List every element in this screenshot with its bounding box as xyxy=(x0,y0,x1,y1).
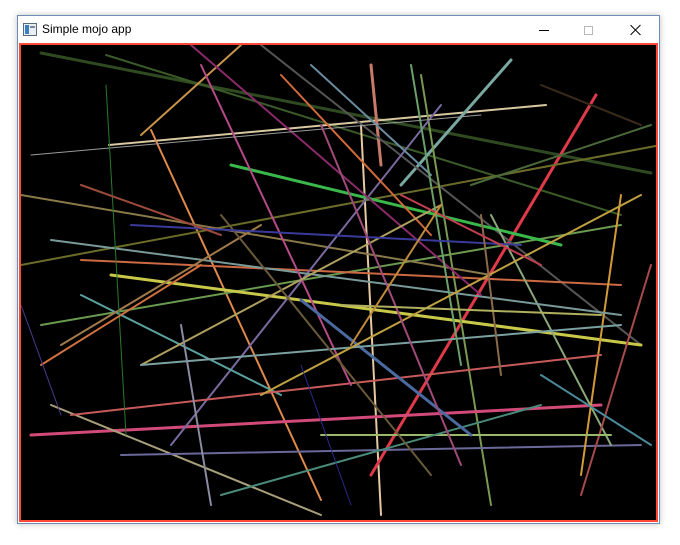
random-line xyxy=(21,194,492,276)
drawing-canvas[interactable] xyxy=(19,43,658,522)
window-title: Simple mojo app xyxy=(42,22,132,36)
minimize-icon xyxy=(538,29,549,31)
close-icon xyxy=(630,24,642,36)
random-line xyxy=(540,84,642,126)
title-bar[interactable]: Simple mojo app xyxy=(18,16,659,44)
random-line xyxy=(21,304,62,416)
random-line xyxy=(30,114,482,156)
app-window: Simple mojo app xyxy=(17,15,660,524)
random-line xyxy=(470,124,652,186)
random-line xyxy=(399,58,513,187)
random-line xyxy=(80,184,222,236)
random-line xyxy=(190,45,482,296)
random-line xyxy=(105,84,127,436)
random-line xyxy=(260,194,642,396)
random-line xyxy=(60,224,262,346)
random-line xyxy=(400,194,542,266)
maximize-icon xyxy=(584,25,593,35)
random-lines-drawing xyxy=(21,45,656,516)
maximize-button[interactable] xyxy=(566,16,611,44)
app-window-icon xyxy=(23,23,37,36)
random-line xyxy=(200,64,352,386)
minimize-button[interactable] xyxy=(521,16,566,44)
random-line xyxy=(369,63,383,167)
random-line xyxy=(580,194,622,476)
random-line xyxy=(220,404,542,496)
random-line xyxy=(130,224,522,246)
random-line xyxy=(21,144,656,266)
close-button[interactable] xyxy=(613,16,658,44)
random-line xyxy=(580,264,652,496)
random-line xyxy=(320,124,462,466)
